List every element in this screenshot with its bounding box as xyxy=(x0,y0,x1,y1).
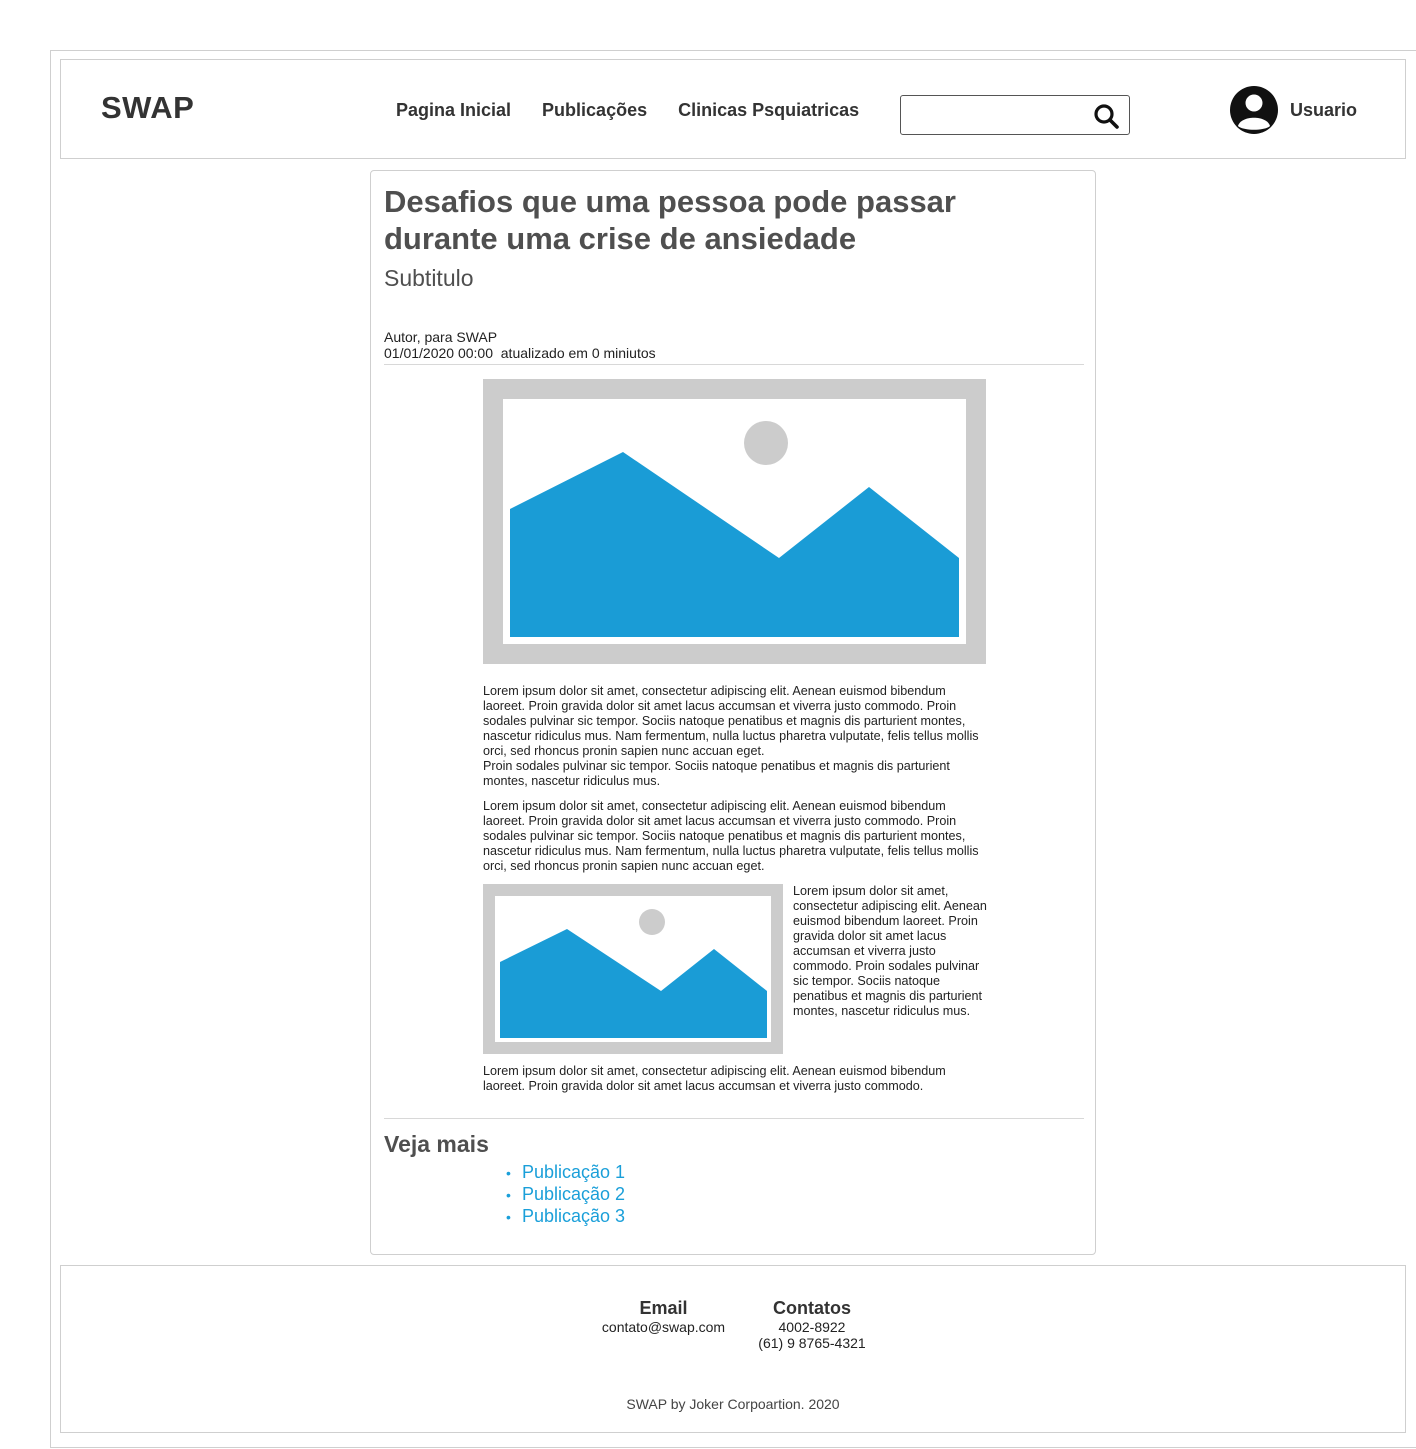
divider xyxy=(384,364,1084,365)
nav-item-home[interactable]: Pagina Inicial xyxy=(396,100,511,121)
article-paragraph: Proin sodales pulvinar sic tempor. Socii… xyxy=(483,759,950,788)
see-more-link[interactable]: • Publicação 1 xyxy=(506,1162,625,1184)
footer-email-value[interactable]: contato@swap.com xyxy=(591,1319,736,1335)
article-card: Desafios que uma pessoa pode passar dura… xyxy=(370,170,1096,1255)
bullet: • xyxy=(506,1209,511,1225)
article-title: Desafios que uma pessoa pode passar dura… xyxy=(384,184,956,256)
article-paragraph: Lorem ipsum dolor sit amet, consectetur … xyxy=(483,799,979,873)
main-nav: Pagina Inicial Publicações Clinicas Psqu… xyxy=(396,100,859,121)
see-more-heading: Veja mais xyxy=(384,1131,489,1157)
nav-item-clinics[interactable]: Clinicas Psquiatricas xyxy=(678,100,859,121)
link-label[interactable]: Publicação 1 xyxy=(522,1162,625,1182)
search-input[interactable] xyxy=(907,102,1091,130)
site-header: SWAP Pagina Inicial Publicações Clinicas… xyxy=(60,59,1406,159)
footer-phone: 4002-8922 xyxy=(778,1319,846,1335)
link-label[interactable]: Publicação 2 xyxy=(522,1184,625,1204)
search-icon[interactable] xyxy=(1093,103,1119,129)
image-placeholder-icon xyxy=(483,884,783,1054)
bullet: • xyxy=(506,1187,511,1203)
site-logo[interactable]: SWAP xyxy=(101,90,194,126)
see-more-list: • Publicação 1 • Publicação 2 • Publicação … xyxy=(506,1162,625,1228)
footer-phone: (61) 9 8765-4321 xyxy=(758,1335,866,1351)
divider xyxy=(384,1118,1084,1119)
see-more-link[interactable]: • Publicação 3 xyxy=(506,1206,625,1228)
footer-copyright: SWAP by Joker Corpoartion. 2020 xyxy=(626,1396,840,1412)
article-date: 01/01/2020 00:00 atualizado em 0 miniuto… xyxy=(384,345,656,361)
search-box xyxy=(900,95,1130,135)
footer-email-heading: Email xyxy=(639,1298,688,1318)
article-author: Autor, para SWAP xyxy=(384,329,498,345)
see-more-link[interactable]: • Publicação 2 xyxy=(506,1184,625,1206)
image-placeholder-icon xyxy=(483,379,986,664)
user-avatar-icon[interactable] xyxy=(1228,84,1280,136)
nav-item-publications[interactable]: Publicações xyxy=(542,100,647,121)
footer-contacts-heading: Contatos xyxy=(773,1298,851,1318)
site-footer: Email contato@swap.com Contatos 4002-892… xyxy=(60,1265,1406,1433)
user-menu[interactable]: Usuario xyxy=(1228,84,1357,136)
bullet: • xyxy=(506,1165,511,1181)
article-subtitle: Subtitulo xyxy=(384,265,474,291)
footer-email-column: Email contato@swap.com xyxy=(591,1297,736,1335)
link-label[interactable]: Publicação 3 xyxy=(522,1206,625,1226)
footer-contacts-column: Contatos 4002-8922 (61) 9 8765-4321 xyxy=(747,1297,877,1351)
article-meta: Autor, para SWAP 01/01/2020 00:00 atuali… xyxy=(384,329,656,361)
user-label[interactable]: Usuario xyxy=(1290,100,1357,121)
article-side-paragraph: Lorem ipsum dolor sit amet, consectetur … xyxy=(793,884,987,1018)
article-paragraph: Lorem ipsum dolor sit amet, consectetur … xyxy=(483,1064,946,1093)
article-paragraph: Lorem ipsum dolor sit amet, consectetur … xyxy=(483,684,979,758)
